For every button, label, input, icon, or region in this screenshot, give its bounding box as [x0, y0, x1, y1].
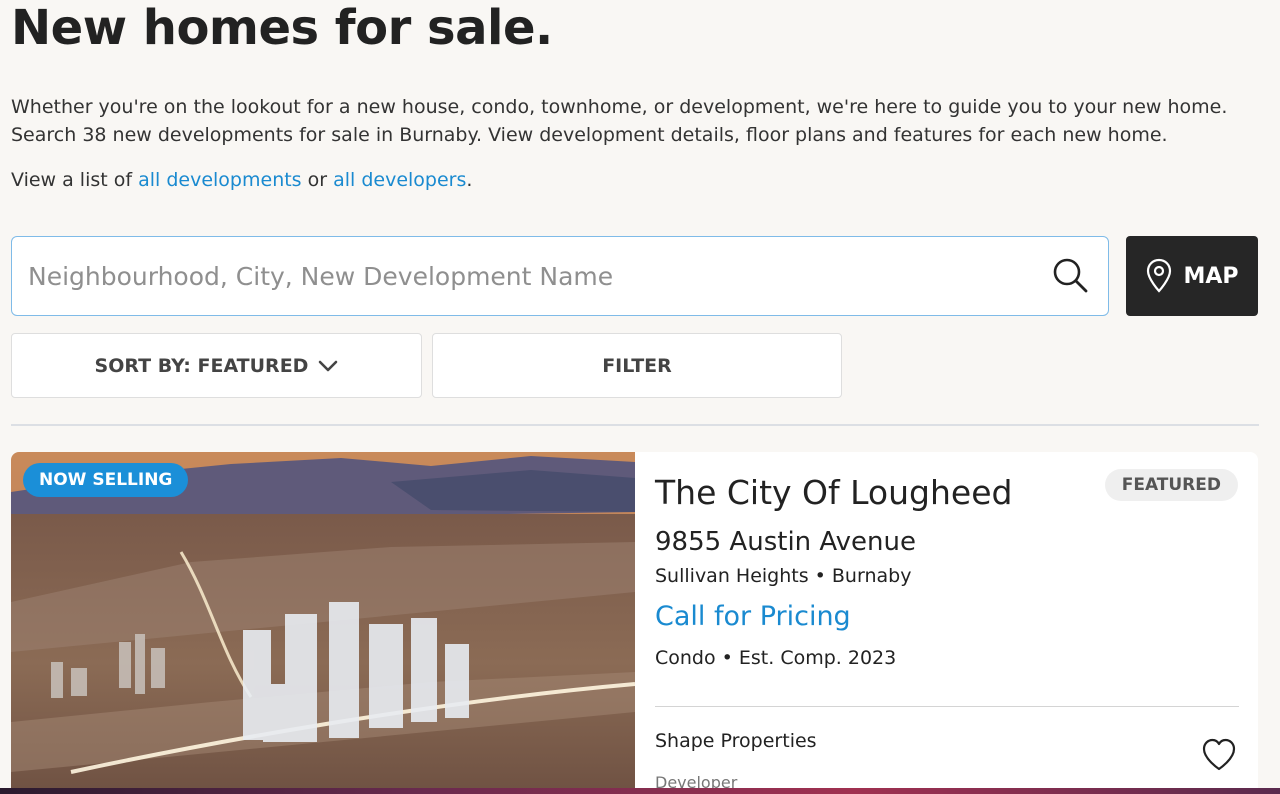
all-developments-link[interactable]: all developments [138, 169, 301, 191]
developer-name[interactable]: Shape Properties [655, 728, 817, 754]
search-input[interactable] [28, 255, 1038, 297]
search-bar [11, 236, 1109, 316]
page: New homes for sale. Whether you're on th… [0, 0, 1280, 794]
chevron-down-icon [319, 360, 338, 371]
listing-title[interactable]: The City Of Lougheed [655, 472, 1012, 514]
map-button-label: MAP [1183, 263, 1239, 289]
directory-links: View a list of all developments or all d… [11, 166, 472, 194]
bottom-strip [0, 788, 1280, 794]
sort-label: SORT BY: FEATURED [94, 354, 309, 377]
info-divider [655, 706, 1239, 707]
listing-photo[interactable] [11, 452, 635, 794]
sort-button[interactable]: SORT BY: FEATURED [11, 333, 422, 398]
page-title: New homes for sale. [11, 0, 553, 56]
filter-button[interactable]: FILTER [432, 333, 842, 398]
listing-card[interactable]: NOW SELLING The City Of Lougheed FEATURE… [11, 452, 1258, 794]
section-divider [11, 424, 1259, 426]
status-badge: NOW SELLING [23, 463, 189, 497]
listing-address: 9855 Austin Avenue [655, 527, 917, 557]
links-prefix: View a list of [11, 169, 139, 191]
all-developers-link[interactable]: all developers [333, 169, 466, 191]
listing-info: The City Of Lougheed FEATURED 9855 Austi… [635, 452, 1258, 794]
intro-line-1: Whether you're on the lookout for a new … [11, 96, 1228, 118]
intro-text: Whether you're on the lookout for a new … [11, 93, 1251, 149]
featured-badge: FEATURED [1104, 469, 1238, 501]
map-pin-icon [1147, 258, 1172, 293]
links-suffix: . [466, 169, 473, 191]
listing-price[interactable]: Call for Pricing [655, 600, 851, 634]
map-button[interactable]: MAP [1126, 236, 1258, 316]
listing-type-completion: Condo • Est. Comp. 2023 [655, 647, 897, 669]
links-middle: or [301, 169, 334, 191]
intro-line-2: Search 38 new developments for sale in B… [11, 124, 1168, 146]
search-icon[interactable] [1050, 255, 1090, 295]
heart-icon[interactable] [1201, 738, 1237, 772]
filter-label: FILTER [602, 354, 672, 377]
listing-location: Sullivan Heights • Burnaby [655, 565, 912, 587]
